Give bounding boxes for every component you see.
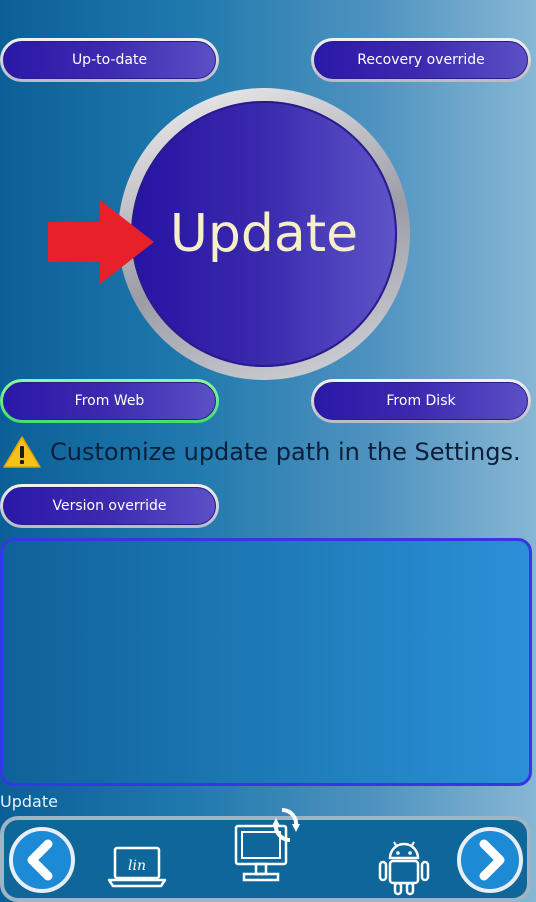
version-override-button[interactable]: Version override <box>0 484 219 528</box>
pc-sync-icon[interactable] <box>230 806 308 888</box>
arrow-right-icon <box>48 200 154 284</box>
chevron-right-icon[interactable] <box>456 826 524 894</box>
laptop-glyph: lin <box>128 858 146 874</box>
android-icon[interactable] <box>376 834 432 896</box>
from-disk-label: From Disk <box>314 382 528 420</box>
from-disk-button[interactable]: From Disk <box>311 379 531 423</box>
warning-text: Customize update path in the Settings. <box>50 438 521 466</box>
bottom-navigation-bar: lin <box>0 807 531 902</box>
version-override-label: Version override <box>3 487 216 525</box>
laptop-icon[interactable]: lin <box>106 844 168 890</box>
up-to-date-label: Up-to-date <box>3 41 216 79</box>
chevron-left-icon[interactable] <box>8 826 76 894</box>
update-button-label: Update <box>131 101 397 367</box>
status-label: Update <box>0 792 58 811</box>
recovery-override-button[interactable]: Recovery override <box>311 38 531 82</box>
warning-icon <box>3 436 41 468</box>
up-to-date-button[interactable]: Up-to-date <box>0 38 219 82</box>
recovery-override-label: Recovery override <box>314 41 528 79</box>
log-output-panel[interactable] <box>0 538 532 786</box>
from-web-button[interactable]: From Web <box>0 379 219 423</box>
update-button[interactable]: Update <box>118 88 410 380</box>
from-web-label: From Web <box>3 382 216 420</box>
warning-message: Customize update path in the Settings. <box>2 434 521 470</box>
